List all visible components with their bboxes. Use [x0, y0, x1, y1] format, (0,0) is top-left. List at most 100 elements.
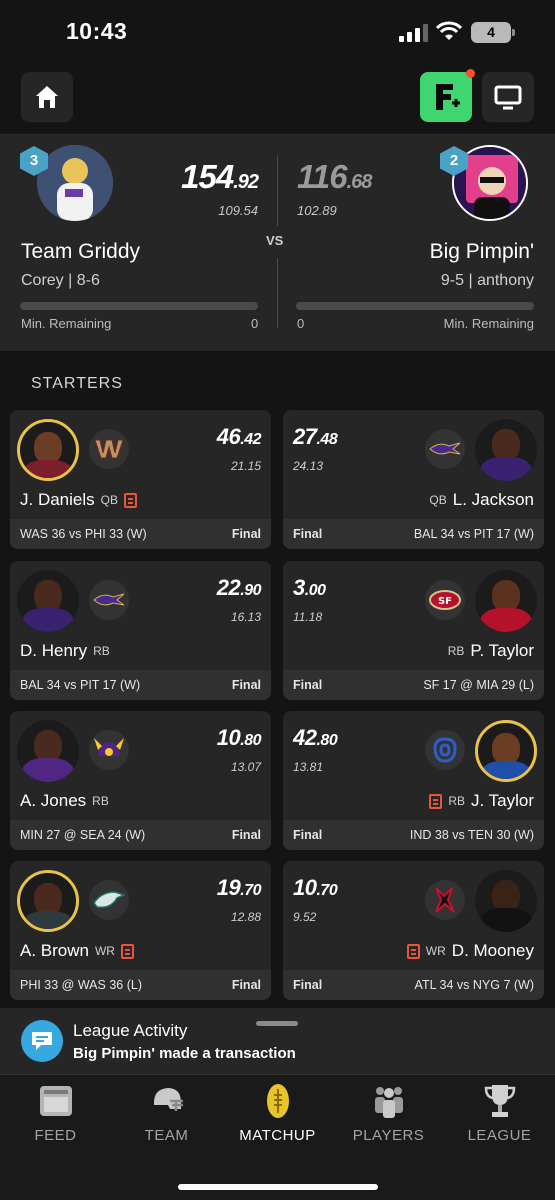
- game-status: Final: [231, 978, 261, 992]
- player-projected: 12.88: [230, 910, 261, 924]
- game-status: Final: [231, 527, 261, 541]
- player-points: 3.00: [293, 575, 326, 600]
- player-card[interactable]: 27.48 24.13 QB L. Jackson Final BAL 34 v…: [283, 410, 544, 549]
- min-remaining-label-left: Min. Remaining: [21, 316, 112, 331]
- tv-icon: [494, 85, 522, 110]
- tab-players[interactable]: PLAYERS: [333, 1075, 444, 1155]
- player-points: 42.80: [293, 725, 338, 750]
- player-name-row: RB J. Taylor: [429, 791, 534, 811]
- falcons-logo-icon: [425, 880, 465, 920]
- notification-dot: [466, 69, 475, 78]
- trophy-icon: [484, 1085, 515, 1117]
- status-bar: 10:43 4: [0, 0, 555, 66]
- matchup-header[interactable]: 3 2 154.92 116.68 109.54 102.89 VS Team …: [0, 134, 555, 351]
- game-status: Final: [231, 678, 261, 692]
- league-activity-banner[interactable]: League Activity Big Pimpin' made a trans…: [0, 1008, 555, 1074]
- game-footer: BAL 34 vs PIT 17 (W) Final: [10, 670, 271, 700]
- player-projected: 24.13: [293, 459, 324, 473]
- tab-league[interactable]: LEAGUE: [444, 1075, 555, 1155]
- player-position: RB: [93, 644, 110, 658]
- cellular-signal-icon: [399, 24, 429, 42]
- divider: [277, 258, 278, 328]
- vs-label: VS: [266, 233, 284, 248]
- player-photo: [475, 570, 537, 632]
- player-card[interactable]: 46.42 21.15 J. Daniels QB WAS 36 vs PHI …: [10, 410, 271, 549]
- player-photo: [17, 870, 79, 932]
- projected-score-left: 109.54: [218, 203, 258, 218]
- player-card[interactable]: 10.70 9.52 WR D. Mooney Final ATL 34 vs …: [283, 861, 544, 1000]
- home-indicator[interactable]: [178, 1184, 378, 1190]
- player-card[interactable]: 19.70 12.88 A. Brown WR PHI 33 @ WAS 36 …: [10, 861, 271, 1000]
- game-result: PHI 33 @ WAS 36 (L): [20, 978, 142, 992]
- commanders-logo-icon: [89, 429, 129, 469]
- news-icon[interactable]: [123, 492, 137, 508]
- player-projected: 13.07: [230, 760, 261, 774]
- player-name: J. Taylor: [471, 791, 534, 810]
- news-icon[interactable]: [406, 943, 420, 959]
- player-card[interactable]: 42.80 13.81 RB J. Taylor Final IND 38 vs…: [283, 711, 544, 850]
- fantasy-plus-button[interactable]: [420, 69, 475, 122]
- game-result: SF 17 @ MIA 29 (L): [423, 678, 534, 692]
- team-subline-left: Corey | 8-6: [21, 272, 100, 289]
- player-name: A. Jones: [20, 791, 87, 810]
- player-photo: [17, 419, 79, 481]
- game-result: BAL 34 vs PIT 17 (W): [20, 678, 141, 692]
- player-card[interactable]: SF 3.00 11.18 RB P. Taylor Final SF 17 @…: [283, 561, 544, 700]
- player-photo: [17, 720, 79, 782]
- game-result: IND 38 vs TEN 30 (W): [409, 828, 534, 842]
- player-points: 10.70: [293, 875, 338, 900]
- team-score-right: 116.68: [297, 158, 372, 195]
- 49ers-logo-icon: SF: [425, 580, 465, 620]
- player-projected: 16.13: [230, 610, 261, 624]
- news-icon[interactable]: [429, 793, 443, 809]
- min-remaining-value-left: 0: [251, 316, 259, 331]
- player-name-row: D. Henry RB: [20, 641, 110, 661]
- team-name-left: Team Griddy: [21, 240, 141, 263]
- player-name: A. Brown: [20, 941, 89, 960]
- progress-bar-left: [20, 302, 258, 310]
- tab-team[interactable]: TEAM: [111, 1075, 222, 1155]
- tab-label: PLAYERS: [352, 1127, 425, 1144]
- player-name-row: J. Daniels QB: [20, 490, 137, 510]
- team-name-right: Big Pimpin': [429, 240, 534, 263]
- news-icon[interactable]: [120, 943, 134, 959]
- tv-mode-button[interactable]: [482, 72, 534, 122]
- game-footer: Final BAL 34 vs PIT 17 (W): [283, 519, 544, 549]
- player-projected: 9.52: [293, 910, 317, 924]
- home-button[interactable]: [21, 72, 73, 122]
- football-icon: [266, 1084, 289, 1118]
- player-points: 10.80: [216, 725, 262, 750]
- player-card[interactable]: 10.80 13.07 A. Jones RB MIN 27 @ SEA 24 …: [10, 711, 271, 850]
- drag-handle[interactable]: [256, 1021, 298, 1026]
- player-name-row: A. Jones RB: [20, 791, 109, 811]
- player-card[interactable]: 22.90 16.13 D. Henry RB BAL 34 vs PIT 17…: [10, 561, 271, 700]
- player-points: 19.70: [216, 875, 262, 900]
- activity-subtitle: Big Pimpin' made a transaction: [73, 1045, 296, 1062]
- game-status: Final: [293, 978, 323, 992]
- player-name-row: QB L. Jackson: [429, 490, 534, 510]
- player-name: P. Taylor: [470, 641, 534, 660]
- game-footer: MIN 27 @ SEA 24 (W) Final: [10, 820, 271, 850]
- player-position: RB: [447, 644, 465, 658]
- player-photo: [475, 720, 537, 782]
- player-name: L. Jackson: [452, 490, 534, 509]
- min-remaining-label-right: Min. Remaining: [443, 316, 534, 331]
- player-projected: 13.81: [293, 760, 324, 774]
- colts-logo-icon: [425, 730, 465, 770]
- tab-feed[interactable]: FEED: [0, 1075, 111, 1155]
- game-result: BAL 34 vs PIT 17 (W): [413, 527, 534, 541]
- players-icon: [374, 1087, 403, 1118]
- min-remaining-value-right: 0: [297, 316, 305, 331]
- game-footer: Final SF 17 @ MIA 29 (L): [283, 670, 544, 700]
- section-title: STARTERS: [31, 375, 123, 392]
- helmet-icon: [153, 1088, 183, 1111]
- team-subline-right: 9-5 | anthony: [440, 272, 534, 289]
- player-name-row: A. Brown WR: [20, 941, 134, 961]
- game-footer: Final IND 38 vs TEN 30 (W): [283, 820, 544, 850]
- player-position: QB: [429, 493, 447, 507]
- team-score-left: 154.92: [181, 158, 259, 195]
- tab-matchup[interactable]: MATCHUP: [222, 1075, 333, 1155]
- battery-icon: 4: [471, 22, 515, 43]
- player-projected: 21.15: [230, 459, 261, 473]
- home-icon: [36, 86, 58, 108]
